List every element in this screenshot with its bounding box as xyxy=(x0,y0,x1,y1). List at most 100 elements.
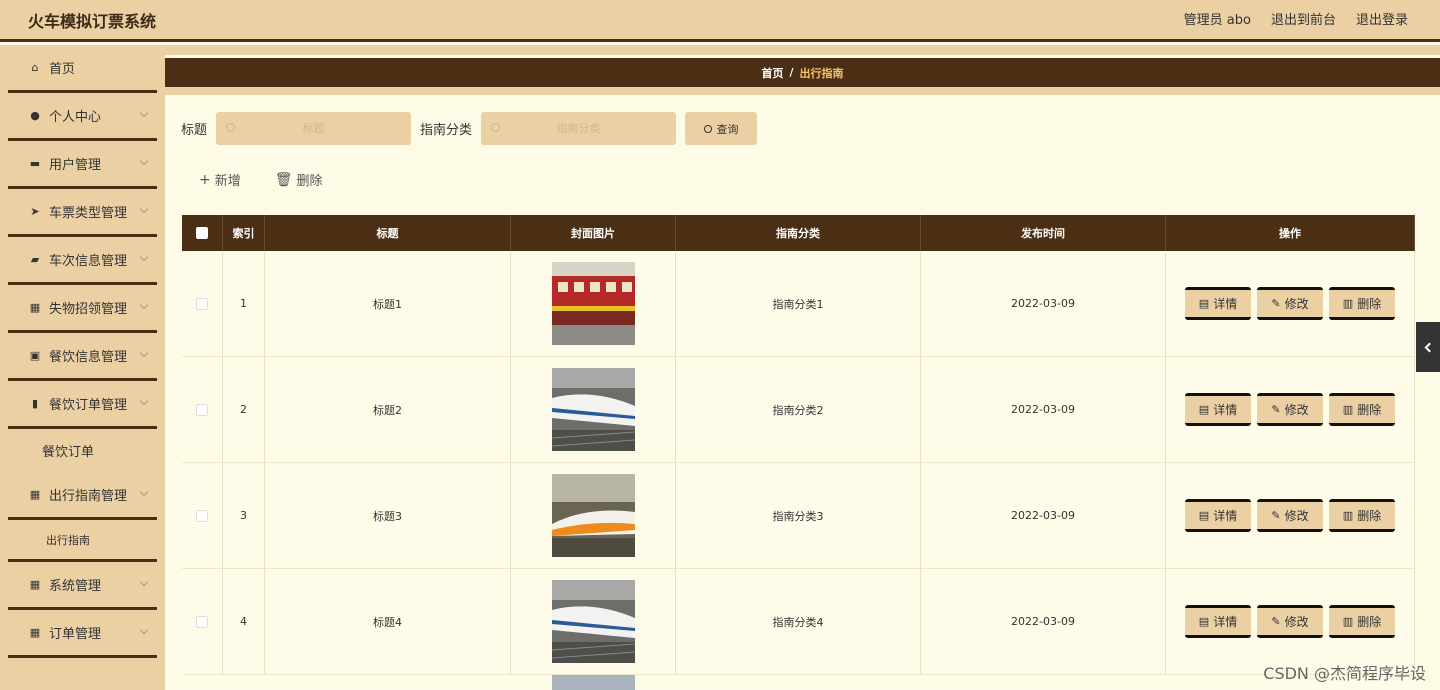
sidebar-item-label: 系统管理 xyxy=(49,579,102,594)
sidebar-item-home[interactable]: ⌂ 首页 xyxy=(8,45,157,93)
row-index: 1 xyxy=(223,251,265,356)
sidebar-item-user-management[interactable]: ▬ 用户管理 xyxy=(8,141,157,189)
delete-button[interactable]: ▥ 删除 xyxy=(1329,393,1395,426)
sidebar-subitem-travel-guide[interactable]: 出行指南 xyxy=(8,520,157,562)
sidebar-item-travel-guide[interactable]: ▦ 出行指南管理 xyxy=(8,472,157,520)
collapse-panel-button[interactable] xyxy=(1416,322,1440,372)
row-actions: ▤ 详情 ✎ 修改 ▥ 删除 xyxy=(1166,357,1415,462)
row-checkbox[interactable] xyxy=(196,615,208,628)
edit-button[interactable]: ✎ 修改 xyxy=(1257,605,1323,638)
breadcrumb-underline xyxy=(165,87,1440,95)
delete-button[interactable]: ▥ 删除 xyxy=(1329,499,1395,532)
add-button-label: 新增 xyxy=(214,174,241,189)
admin-name[interactable]: 管理员 abo xyxy=(1184,9,1251,28)
chevron-down-icon xyxy=(139,300,149,310)
category-label: 指南分类 xyxy=(420,123,473,138)
header-links: 管理员 abo 退出到前台 退出登录 xyxy=(1184,9,1408,28)
breadcrumb-current: 出行指南 xyxy=(799,66,844,80)
delete-label: 删除 xyxy=(1357,297,1382,311)
breadcrumb-home[interactable]: 首页 xyxy=(761,65,783,81)
document-icon: ▤ xyxy=(1198,403,1210,416)
title-search-input[interactable] xyxy=(216,112,412,145)
logout-link[interactable]: 退出登录 xyxy=(1356,9,1408,28)
row-date: 2022-03-09 xyxy=(921,569,1166,674)
chevron-down-icon xyxy=(139,204,149,214)
table-row: 1 标题1 指南分类1 2022-03-09 ▤ 详情 ✎ 修改 ▥ 删除 xyxy=(182,251,1415,357)
app-title: 火车模拟订票系统 xyxy=(28,12,157,31)
row-checkbox-cell xyxy=(182,569,223,674)
sidebar-item-train-info[interactable]: ▰ 车次信息管理 xyxy=(8,237,157,285)
row-checkbox[interactable] xyxy=(196,297,208,310)
trash-icon: ▥ xyxy=(1342,509,1354,522)
sidebar-item-personal-center[interactable]: ● 个人中心 xyxy=(8,93,157,141)
chevron-down-icon xyxy=(139,108,149,118)
header-title: 标题 xyxy=(265,215,511,251)
sidebar-item-label: 车次信息管理 xyxy=(49,254,128,269)
document-icon: ▤ xyxy=(1198,297,1210,310)
detail-button[interactable]: ▤ 详情 xyxy=(1185,393,1251,426)
sidebar-item-label: 餐饮订单管理 xyxy=(49,398,128,413)
sidebar-subitem-dining-order[interactable]: 餐饮订单 xyxy=(8,429,157,472)
header-select-all xyxy=(182,215,223,251)
row-actions: ▤ 详情 ✎ 修改 ▥ 删除 xyxy=(1166,463,1415,568)
document-icon: ▤ xyxy=(1198,615,1210,628)
chevron-down-icon xyxy=(139,396,149,406)
delete-label: 删除 xyxy=(1357,509,1382,523)
sidebar-item-system[interactable]: ▦ 系统管理 xyxy=(8,562,157,610)
row-index: 4 xyxy=(223,569,265,674)
edit-label: 修改 xyxy=(1284,403,1309,417)
delete-button[interactable]: ▥ 删除 xyxy=(1329,605,1395,638)
sidebar-item-dining-info[interactable]: ▣ 餐饮信息管理 xyxy=(8,333,157,381)
sidebar-item-label: 个人中心 xyxy=(49,110,102,125)
table-row: 2 标题2 指南分类2 2022-03-09 ▤ 详情 ✎ 修改 ▥ 删除 xyxy=(182,357,1415,463)
add-button[interactable]: + 新增 xyxy=(199,170,241,190)
edit-button[interactable]: ✎ 修改 xyxy=(1257,393,1323,426)
title-label: 标题 xyxy=(181,123,208,138)
trash-icon: ▥ xyxy=(1342,403,1354,416)
action-bar: + 新增 🗑 删除 xyxy=(199,170,323,190)
chevron-down-icon xyxy=(139,577,149,587)
row-date: 2022-03-09 xyxy=(921,463,1166,568)
query-button[interactable]: 查询 xyxy=(685,112,758,145)
table-row-partial xyxy=(182,675,1415,690)
detail-button[interactable]: ▤ 详情 xyxy=(1185,287,1251,320)
batch-delete-button[interactable]: 🗑 删除 xyxy=(275,170,323,190)
detail-button[interactable]: ▤ 详情 xyxy=(1185,605,1251,638)
sidebar-item-dining-orders[interactable]: ▮ 餐饮订单管理 xyxy=(8,381,157,429)
sidebar-item-orders[interactable]: ▦ 订单管理 xyxy=(8,610,157,658)
sidebar-item-label: 首页 xyxy=(49,62,76,77)
watermark: CSDN @杰简程序毕设 xyxy=(1263,664,1426,683)
edit-label: 修改 xyxy=(1284,509,1309,523)
header-cover: 封面图片 xyxy=(511,215,676,251)
table-row: 4 标题4 指南分类4 2022-03-09 ▤ 详情 ✎ 修改 ▥ 删除 xyxy=(182,569,1415,675)
main-content: 首页 / 出行指南 标题 指南分类 查询 + 新增 🗑 删除 xyxy=(165,45,1440,690)
select-all-checkbox[interactable] xyxy=(196,227,208,239)
cover-image xyxy=(551,580,635,663)
row-actions: ▤ 详情 ✎ 修改 ▥ 删除 xyxy=(1166,251,1415,356)
edit-button[interactable]: ✎ 修改 xyxy=(1257,499,1323,532)
sidebar-item-lost-found[interactable]: ▦ 失物招领管理 xyxy=(8,285,157,333)
delete-button-label: 删除 xyxy=(296,174,323,189)
edit-button[interactable]: ✎ 修改 xyxy=(1257,287,1323,320)
briefcase-icon: ▬ xyxy=(29,157,41,170)
row-category: 指南分类3 xyxy=(676,463,921,568)
detail-button[interactable]: ▤ 详情 xyxy=(1185,499,1251,532)
category-search-input[interactable] xyxy=(481,112,677,145)
grid-icon: ▦ xyxy=(29,578,41,591)
delete-label: 删除 xyxy=(1357,615,1382,629)
detail-label: 详情 xyxy=(1213,403,1238,417)
sidebar-item-ticket-type[interactable]: ➤ 车票类型管理 xyxy=(8,189,157,237)
ticket-icon: ▰ xyxy=(30,253,40,266)
header-index: 索引 xyxy=(223,215,265,251)
cover-image xyxy=(551,368,635,451)
delete-button[interactable]: ▥ 删除 xyxy=(1329,287,1395,320)
exit-to-front-link[interactable]: 退出到前台 xyxy=(1271,9,1336,28)
trash-icon: ▥ xyxy=(1342,297,1354,310)
detail-label: 详情 xyxy=(1213,297,1238,311)
row-checkbox[interactable] xyxy=(196,509,208,522)
row-category: 指南分类2 xyxy=(676,357,921,462)
user-icon: ● xyxy=(30,109,40,122)
row-title: 标题2 xyxy=(265,357,511,462)
header-date: 发布时间 xyxy=(921,215,1166,251)
row-checkbox[interactable] xyxy=(196,403,208,416)
